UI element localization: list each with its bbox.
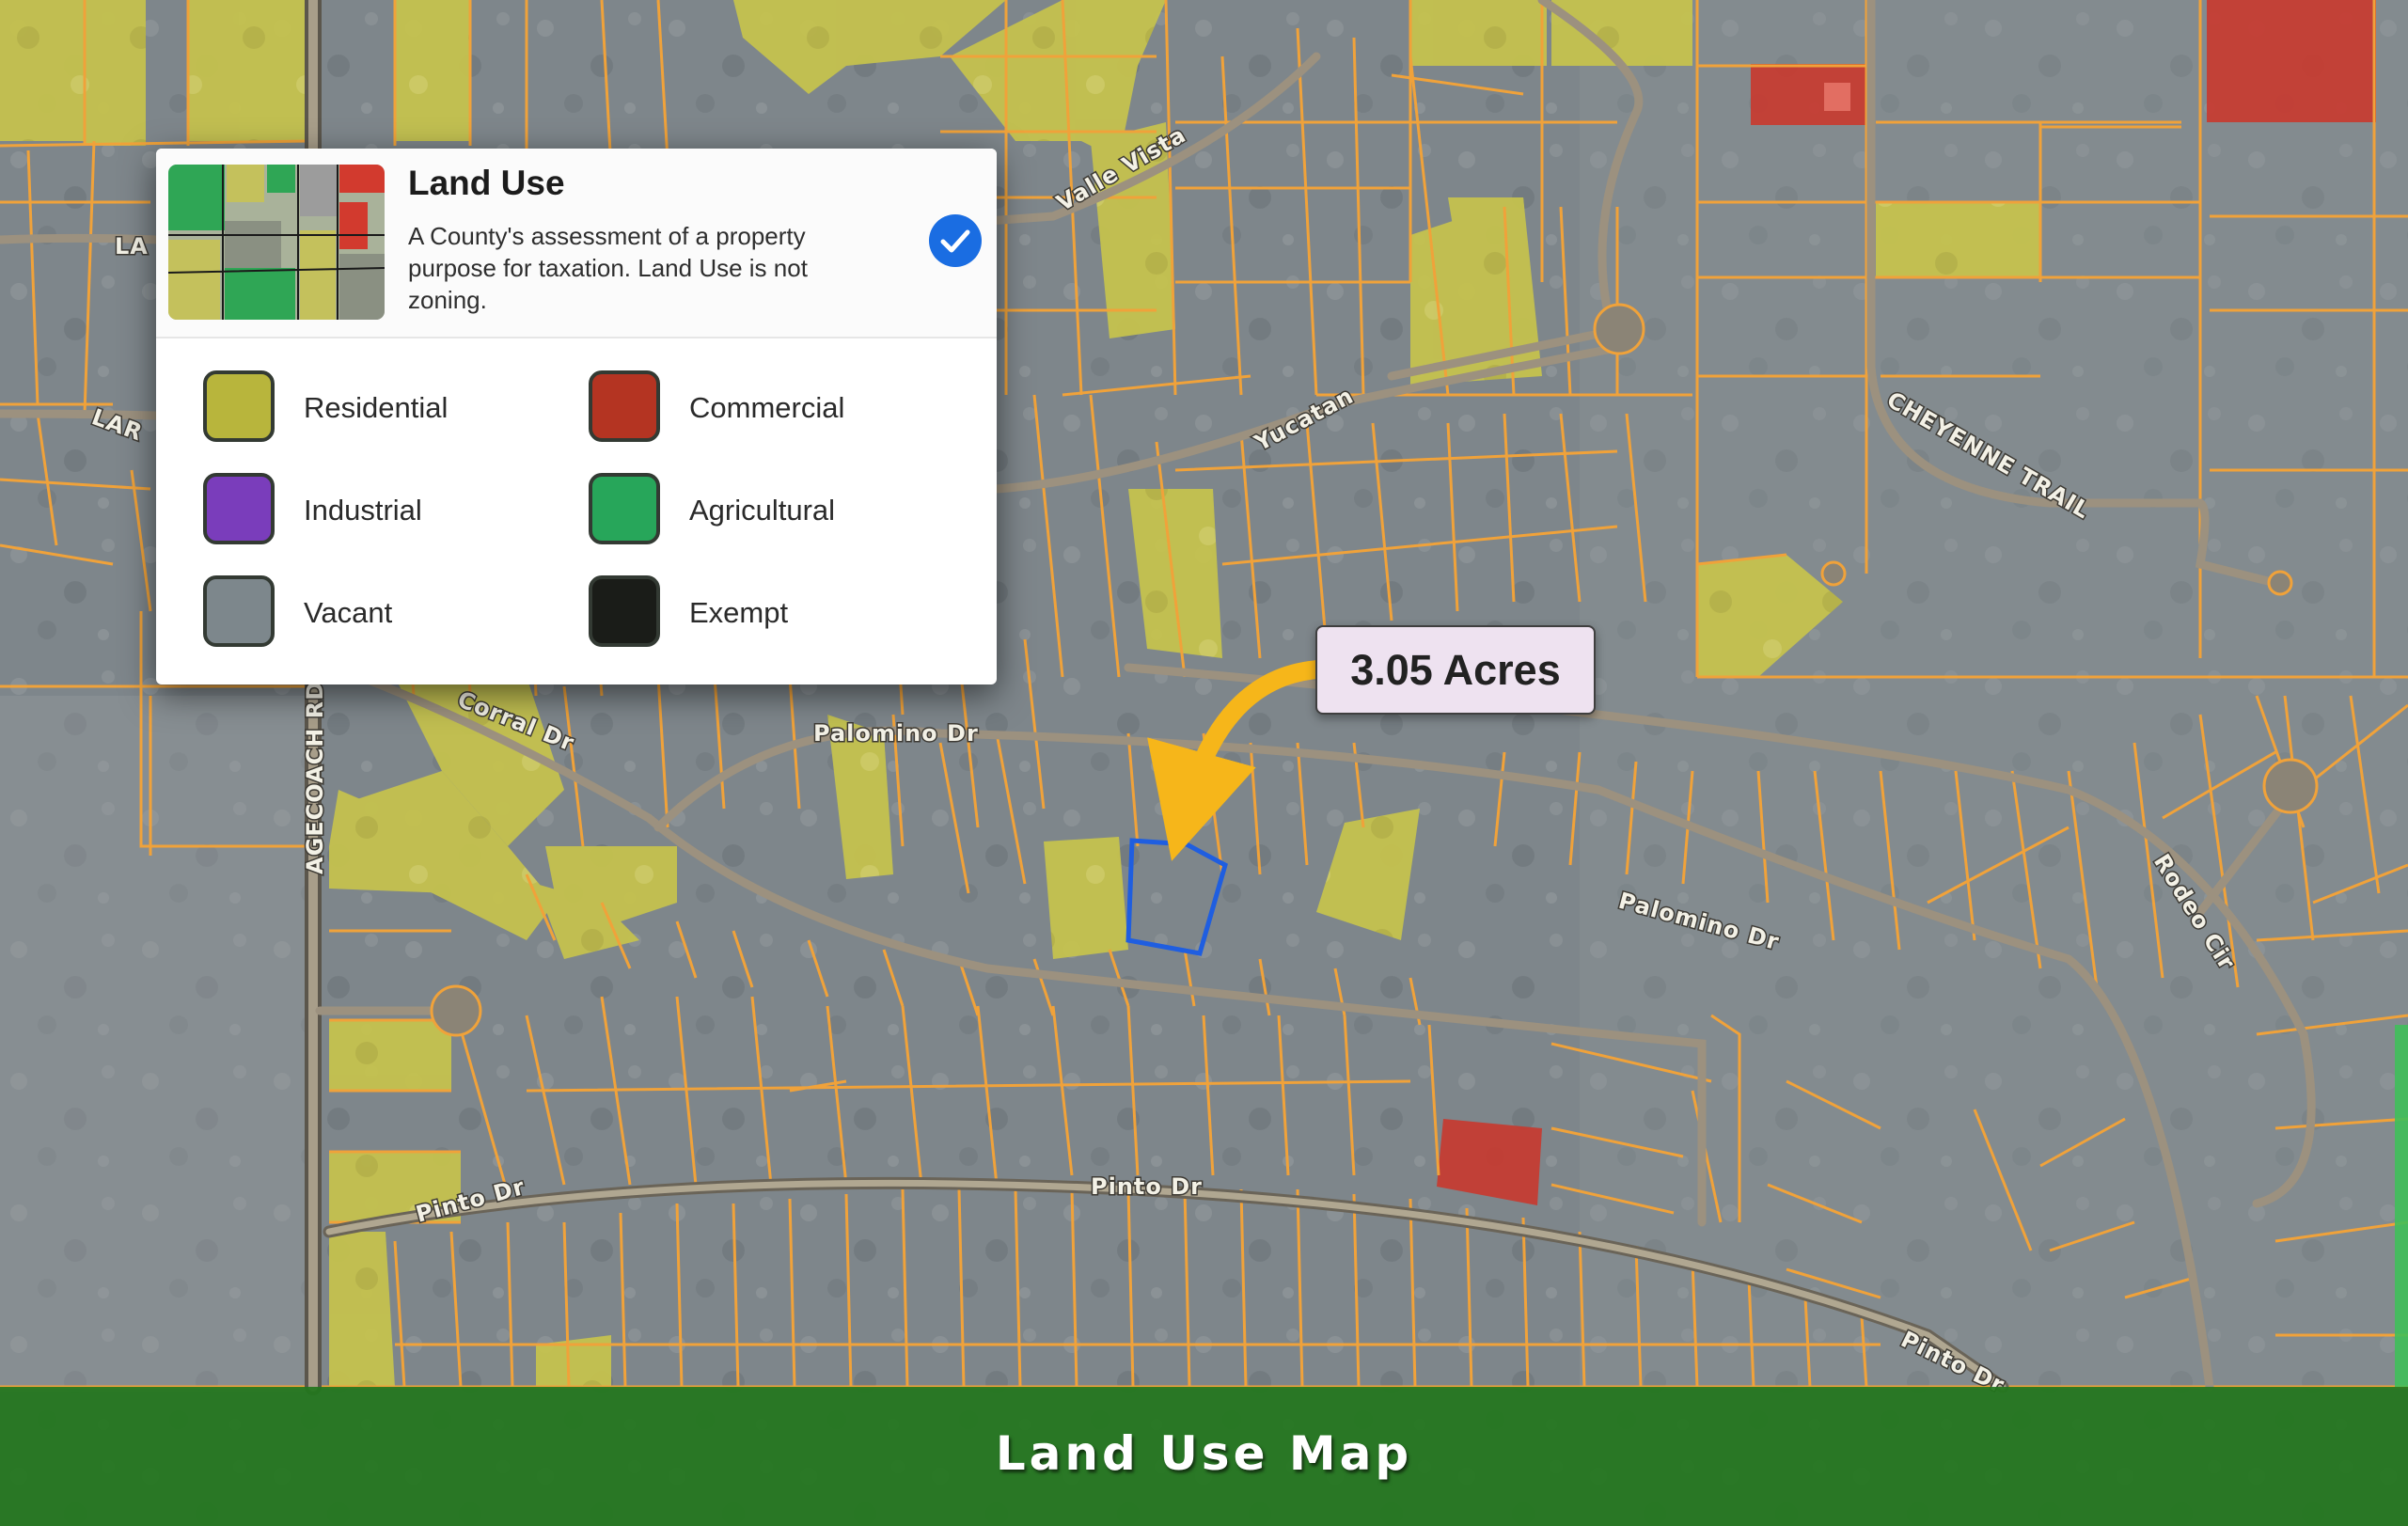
legend-item-industrial: Industrial xyxy=(203,473,560,550)
cul-de-sac xyxy=(1820,560,1847,587)
exempt-swatch xyxy=(589,575,660,647)
commercial-parcel xyxy=(2207,0,2376,122)
legend-item-agricultural: Agricultural xyxy=(589,473,946,550)
legend-label: Commercial xyxy=(689,391,845,424)
commercial-swatch xyxy=(589,370,660,442)
title-banner: Land Use Map xyxy=(0,1387,2408,1526)
residential-parcel xyxy=(188,0,310,141)
lighter-vacant-zone xyxy=(0,696,310,1392)
legend-label: Vacant xyxy=(304,596,393,629)
legend-item-residential: Residential xyxy=(203,370,560,448)
residential-parcel xyxy=(329,1020,451,1091)
residential-parcel xyxy=(85,0,146,146)
banner-title: Land Use Map xyxy=(995,1426,1413,1481)
acreage-callout: 3.05 Acres xyxy=(1315,625,1596,715)
residential-parcel xyxy=(1876,202,2040,277)
agricultural-swatch xyxy=(589,473,660,544)
legend-title: Land Use xyxy=(408,164,565,202)
residential-parcel xyxy=(395,0,470,141)
road-label-palomino-west: Palomino Dr xyxy=(813,720,979,747)
legend-description: A County's assessment of a property purp… xyxy=(408,222,808,314)
road-label-pinto-center: Pinto Dr xyxy=(1091,1173,1203,1200)
residential-parcel xyxy=(329,1232,395,1387)
residential-parcel xyxy=(1044,837,1128,959)
residential-swatch xyxy=(203,370,275,442)
cul-de-sac xyxy=(430,984,482,1037)
residential-parcel xyxy=(1410,0,1547,66)
legend-item-exempt: Exempt xyxy=(589,575,946,653)
land-use-legend-panel: Land Use A County's assessment of a prop… xyxy=(156,149,997,684)
road-label-lar-1: LA xyxy=(115,233,149,260)
acreage-label: 3.05 Acres xyxy=(1350,646,1561,694)
checkmark-icon[interactable] xyxy=(929,214,982,267)
industrial-swatch xyxy=(203,473,275,544)
legend-header: Land Use A County's assessment of a prop… xyxy=(156,149,997,338)
cul-de-sac xyxy=(2267,570,2293,596)
building xyxy=(1824,83,1850,111)
land-use-thumbnail xyxy=(168,165,385,320)
legend-label: Agricultural xyxy=(689,494,836,527)
vacant-swatch xyxy=(203,575,275,647)
residential-parcel xyxy=(0,0,85,141)
legend-item-commercial: Commercial xyxy=(589,370,946,448)
road-label-stagecoach: AGECOACH RD xyxy=(302,681,328,874)
legend-label: Exempt xyxy=(689,596,789,629)
edge-highlight xyxy=(2395,1025,2408,1387)
legend-label: Residential xyxy=(304,391,449,424)
legend-item-vacant: Vacant xyxy=(203,575,560,653)
cul-de-sac xyxy=(2262,758,2319,814)
legend-label: Industrial xyxy=(304,494,422,527)
cul-de-sac xyxy=(1593,303,1645,355)
residential-parcel xyxy=(1551,0,1692,66)
